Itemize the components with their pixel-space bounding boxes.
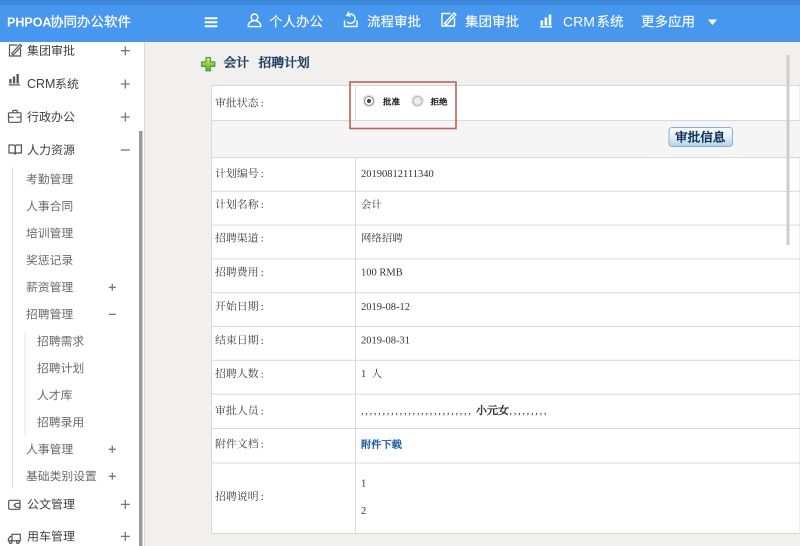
svg-text::: :: [261, 335, 264, 347]
svg-text:20190812111340: 20190812111340: [361, 169, 434, 180]
svg-text:CRM: CRM: [27, 77, 55, 91]
svg-text::: :: [261, 233, 264, 245]
svg-text::: :: [261, 168, 264, 180]
svg-text::: :: [261, 98, 264, 110]
svg-text:,,,,,,,,,,,,,,,,,,,,,,,,,,: ,,,,,,,,,,,,,,,,,,,,,,,,,,: [361, 406, 473, 417]
svg-text:2019-08-31: 2019-08-31: [361, 336, 410, 347]
svg-text:,,,,,,,,,: ,,,,,,,,,: [510, 406, 549, 417]
svg-text:2: 2: [361, 506, 366, 517]
svg-text::: :: [261, 405, 264, 417]
svg-text::: :: [261, 199, 264, 211]
svg-text:2019-08-12: 2019-08-12: [361, 302, 410, 313]
svg-text::: :: [261, 368, 264, 380]
svg-text:1: 1: [361, 479, 366, 490]
svg-text:100 RMB: 100 RMB: [361, 268, 403, 279]
svg-text::: :: [261, 267, 264, 279]
svg-text:1: 1: [361, 369, 366, 380]
svg-text:PHPOA: PHPOA: [7, 15, 51, 29]
svg-text::: :: [261, 491, 264, 503]
svg-text:CRM: CRM: [563, 13, 595, 29]
svg-text::: :: [261, 301, 264, 313]
svg-text::: :: [261, 439, 264, 451]
